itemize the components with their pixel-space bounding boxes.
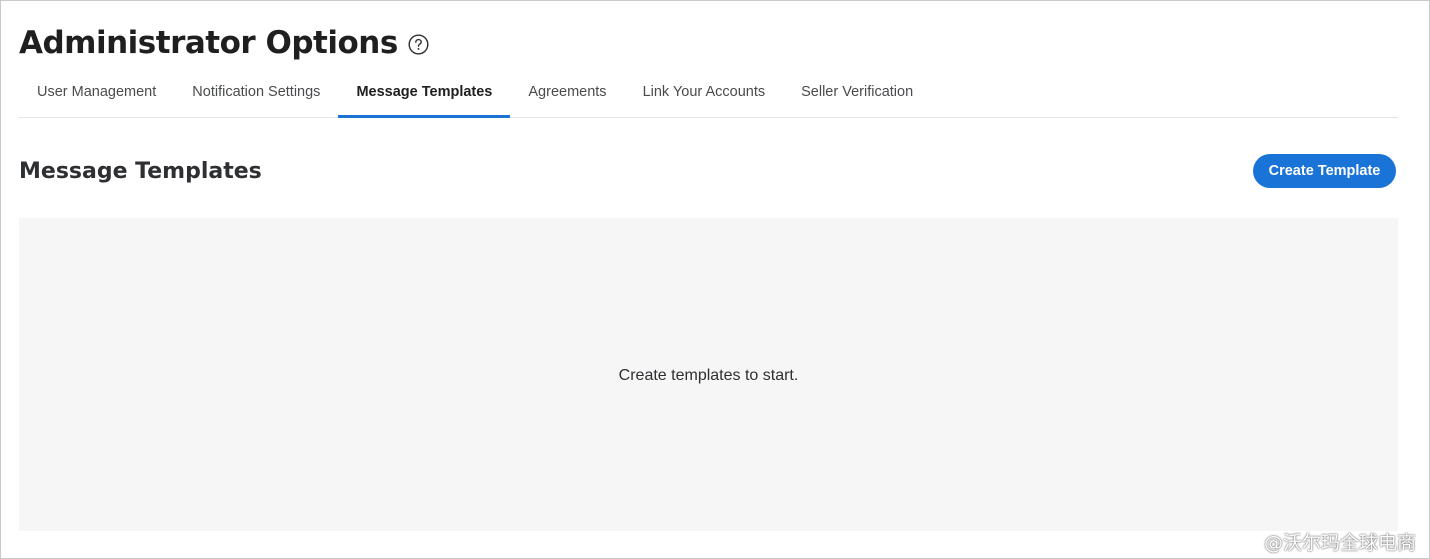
- tab-link-your-accounts[interactable]: Link Your Accounts: [625, 73, 784, 117]
- tab-bar: User Management Notification Settings Me…: [19, 73, 1398, 118]
- watermark: @沃尔玛全球电商: [1263, 532, 1416, 554]
- create-template-button[interactable]: Create Template: [1253, 154, 1396, 188]
- page-title: Administrator Options: [19, 25, 398, 61]
- tab-agreements[interactable]: Agreements: [510, 73, 624, 117]
- page-frame: Administrator Options User Management No…: [0, 0, 1430, 559]
- tab-user-management[interactable]: User Management: [19, 73, 174, 117]
- empty-state-panel: Create templates to start.: [19, 218, 1398, 531]
- tab-notification-settings[interactable]: Notification Settings: [174, 73, 338, 117]
- section-title: Message Templates: [19, 159, 262, 184]
- tab-message-templates[interactable]: Message Templates: [338, 73, 511, 118]
- empty-state-message: Create templates to start.: [618, 367, 799, 384]
- tab-seller-verification[interactable]: Seller Verification: [783, 73, 931, 117]
- help-circle-icon[interactable]: [408, 33, 429, 55]
- page-header: Administrator Options: [19, 25, 429, 61]
